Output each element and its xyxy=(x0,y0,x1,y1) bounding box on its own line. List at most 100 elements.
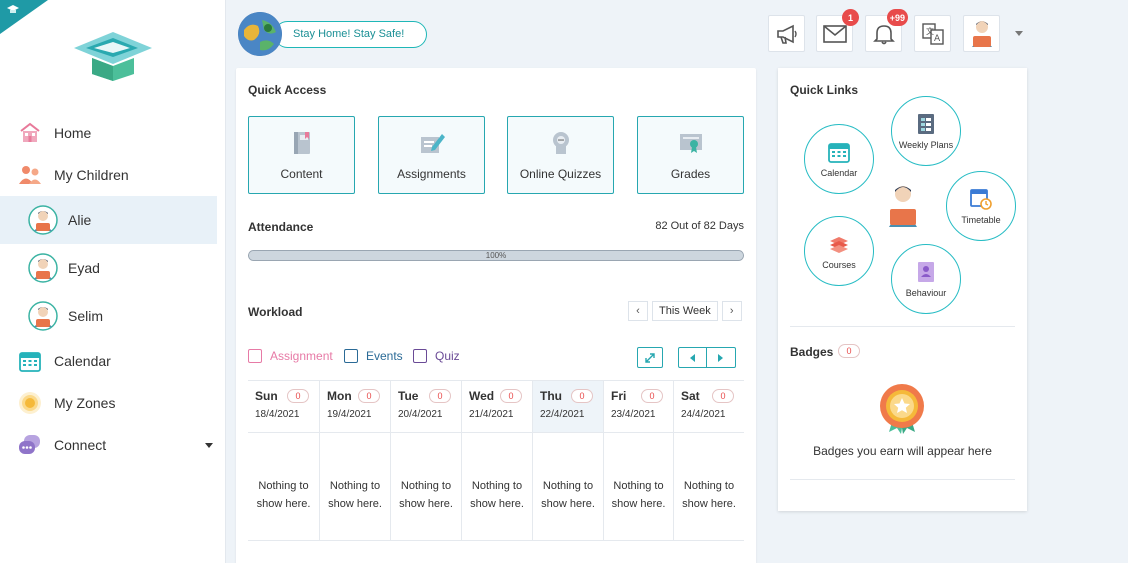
quick-link-behaviour[interactable]: Behaviour xyxy=(891,244,961,314)
filter-assignment[interactable]: Assignment xyxy=(248,349,333,363)
envelope-icon xyxy=(822,24,847,43)
checkbox[interactable] xyxy=(344,349,358,363)
empty-day-message: Nothing to show here. xyxy=(462,477,532,513)
chevron-right-icon: › xyxy=(729,305,734,317)
empty-line: Nothing to xyxy=(471,480,523,492)
book-icon xyxy=(293,132,310,154)
day-column-sun: Sun 18/4/2021 0 Nothing to show here. xyxy=(248,381,319,541)
empty-line: Nothing to xyxy=(683,480,735,492)
quick-link-timetable[interactable]: Timetable xyxy=(946,171,1016,241)
prev-week-button[interactable]: ‹ xyxy=(628,301,648,321)
zones-icon xyxy=(18,391,42,415)
small-logo-icon xyxy=(7,5,19,13)
calendar-icon xyxy=(18,349,42,373)
tile-assignments[interactable]: Assignments xyxy=(378,116,485,194)
messages-button[interactable]: 1 xyxy=(816,9,859,52)
svg-text:文: 文 xyxy=(926,26,934,36)
quiz-icon xyxy=(552,132,569,154)
tile-online-quizzes[interactable]: Online Quizzes xyxy=(507,116,614,194)
sidebar-item-label: My Children xyxy=(54,167,129,183)
attendance-progress-bar: 100% xyxy=(248,250,744,261)
sidebar-item-label: My Zones xyxy=(54,395,116,411)
sidebar-item-my-children[interactable]: My Children xyxy=(0,154,225,196)
language-button[interactable]: 文A xyxy=(914,15,951,52)
sidebar-item-home[interactable]: Home xyxy=(0,112,225,154)
badges-title: Badges xyxy=(790,345,834,359)
tile-label: Content xyxy=(280,167,323,181)
connect-icon xyxy=(18,433,42,457)
tile-grades[interactable]: Grades xyxy=(637,116,744,194)
sidebar-item-calendar[interactable]: Calendar xyxy=(0,340,225,382)
empty-day-message: Nothing to show here. xyxy=(533,477,603,513)
chevron-left-icon: ‹ xyxy=(636,305,640,317)
caret-left-icon[interactable] xyxy=(679,348,707,367)
empty-day-message: Nothing to show here. xyxy=(674,477,744,513)
week-navigator: ‹ This Week › xyxy=(628,301,742,321)
day-header: Sun 18/4/2021 0 xyxy=(248,381,319,433)
expand-button[interactable] xyxy=(637,347,663,368)
avatar xyxy=(28,253,58,283)
quick-link-label: Weekly Plans xyxy=(898,139,954,150)
workload-title: Workload xyxy=(248,305,303,319)
sidebar-child-selim[interactable]: Selim xyxy=(0,292,225,340)
chevron-down-icon[interactable] xyxy=(205,442,213,448)
day-column-wed: Wed 21/4/2021 0 Nothing to show here. xyxy=(461,381,532,541)
tile-content[interactable]: Content xyxy=(248,116,355,194)
day-count-badge: 0 xyxy=(500,389,522,403)
certificate-icon xyxy=(679,134,702,153)
calendar-icon xyxy=(828,142,850,163)
empty-line: Nothing to xyxy=(613,480,664,492)
next-week-button[interactable]: › xyxy=(721,301,742,321)
day-header: Tue 20/4/2021 0 xyxy=(391,381,461,433)
quick-link-calendar[interactable]: Calendar xyxy=(804,124,874,194)
day-count-badge: 0 xyxy=(712,389,734,403)
translate-icon: 文A xyxy=(921,22,944,45)
empty-line: Nothing to xyxy=(400,480,452,492)
sidebar-item-my-zones[interactable]: My Zones xyxy=(0,382,225,424)
globe-icon xyxy=(238,12,282,56)
tile-label: Assignments xyxy=(397,167,466,181)
notifications-button[interactable]: +99 xyxy=(865,9,908,52)
assignment-icon xyxy=(420,134,445,153)
chevron-down-icon[interactable] xyxy=(1015,31,1023,36)
stay-home-banner[interactable]: Stay Home! Stay Safe! xyxy=(238,12,428,56)
day-column-sat: Sat 24/4/2021 0 Nothing to show here. xyxy=(673,381,744,541)
school-logo[interactable] xyxy=(72,30,154,82)
day-column-mon: Mon 19/4/2021 0 Nothing to show here. xyxy=(319,381,390,541)
messages-count-badge: 1 xyxy=(842,9,859,26)
sidebar-child-eyad[interactable]: Eyad xyxy=(0,244,225,292)
day-date: 22/4/2021 xyxy=(540,409,585,420)
sidebar-item-connect[interactable]: Connect xyxy=(0,424,225,466)
empty-day-message: Nothing to show here. xyxy=(320,477,390,513)
empty-line: show here. xyxy=(399,498,453,510)
week-calendar: Sun 18/4/2021 0 Nothing to show here. Mon 19/4… xyxy=(248,380,744,541)
day-date: 21/4/2021 xyxy=(469,409,514,420)
filter-events[interactable]: Events xyxy=(344,349,403,363)
day-date: 18/4/2021 xyxy=(255,409,300,420)
day-count-badge: 0 xyxy=(287,389,309,403)
caret-right-icon[interactable] xyxy=(707,353,735,362)
badges-count: 0 xyxy=(838,344,860,358)
checkbox[interactable] xyxy=(413,349,427,363)
quick-link-weekly-plans[interactable]: Weekly Plans xyxy=(891,96,961,166)
sidebar-child-alie[interactable]: Alie xyxy=(0,196,217,244)
home-icon xyxy=(18,121,42,145)
checkbox[interactable] xyxy=(248,349,262,363)
this-week-button[interactable]: This Week xyxy=(652,301,718,321)
quick-link-label: Behaviour xyxy=(905,287,947,298)
announcements-button[interactable] xyxy=(768,15,805,52)
sidebar: Home My Children Alie Eyad Selim Calenda… xyxy=(0,0,226,563)
filter-quiz[interactable]: Quiz xyxy=(413,349,460,363)
quick-link-label: Calendar xyxy=(820,167,858,178)
main-panel: Quick Access Content Assignments Online … xyxy=(236,68,756,563)
sidebar-item-label: Home xyxy=(54,125,92,141)
day-header: Mon 19/4/2021 0 xyxy=(320,381,390,433)
quick-links-title: Quick Links xyxy=(790,83,859,97)
children-icon xyxy=(18,163,42,187)
profile-button[interactable] xyxy=(963,15,1000,52)
quick-link-courses[interactable]: Courses xyxy=(804,216,874,286)
filter-label: Assignment xyxy=(270,349,333,363)
day-count-badge: 0 xyxy=(571,389,593,403)
child-name: Alie xyxy=(68,212,92,228)
attendance-summary: 82 Out of 82 Days xyxy=(655,220,744,232)
